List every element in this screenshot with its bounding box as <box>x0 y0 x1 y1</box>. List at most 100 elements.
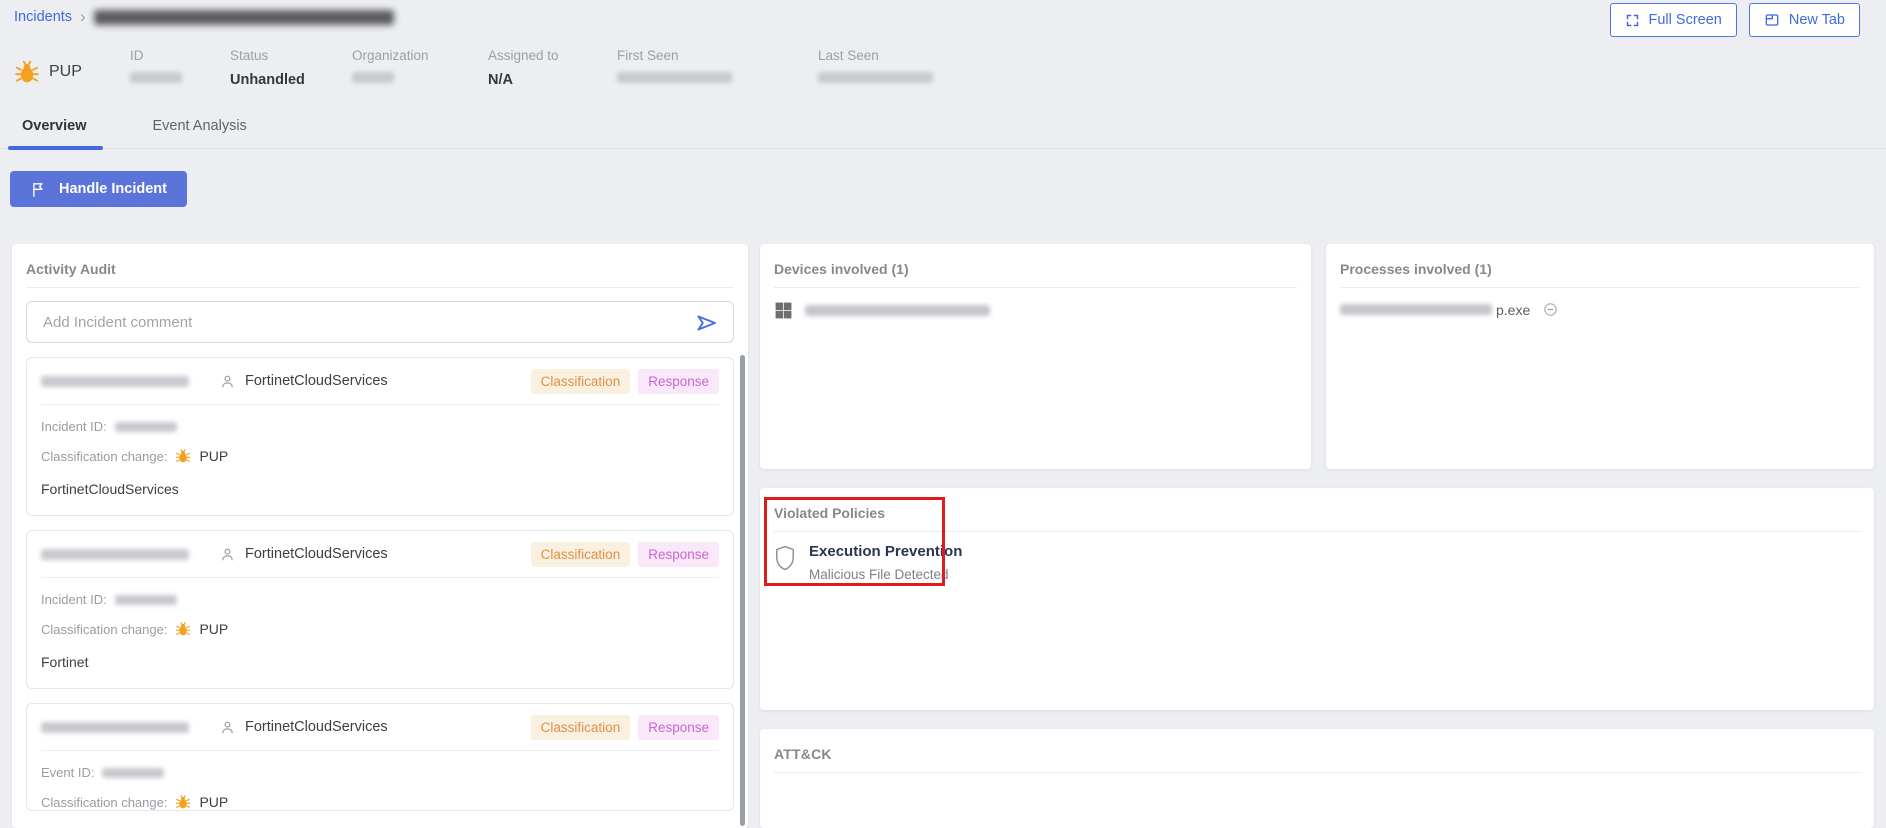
activity-audit-title: Activity Audit <box>12 244 748 287</box>
audit-entry: FortinetCloudServices Classification Res… <box>26 357 734 516</box>
new-tab-label: New Tab <box>1789 12 1845 28</box>
event-id-line: Event ID: <box>41 765 719 780</box>
incident-id-label: Incident ID: <box>41 592 107 607</box>
classification-change-label: Classification change: <box>41 449 167 464</box>
bug-icon <box>175 448 191 464</box>
timestamp-redacted <box>41 376 189 387</box>
top-bar: Incidents › Full Screen New Tab <box>0 0 1886 42</box>
incident-id-line: Incident ID: <box>41 419 719 434</box>
field-last-seen-label: Last Seen <box>818 48 1018 63</box>
process-name-redacted <box>1340 304 1492 315</box>
tab-overview[interactable]: Overview <box>14 112 99 140</box>
audit-entry-header: FortinetCloudServices Classification Res… <box>41 531 719 578</box>
add-comment-input[interactable] <box>26 301 734 343</box>
incident-id-redacted <box>115 595 177 605</box>
processes-involved-title: Processes involved (1) <box>1326 244 1874 287</box>
activity-scrollbar[interactable] <box>740 355 745 826</box>
field-assigned-to: Assigned to N/A <box>488 46 617 88</box>
bug-icon <box>14 59 40 85</box>
field-last-seen: Last Seen <box>818 46 1018 88</box>
field-first-seen-value-redacted <box>617 72 732 83</box>
classification-badge: Classification <box>531 542 631 567</box>
new-tab-button[interactable]: New Tab <box>1749 3 1860 37</box>
full-screen-button[interactable]: Full Screen <box>1610 3 1737 37</box>
classification-badge: Classification <box>531 369 631 394</box>
windows-icon <box>774 301 793 320</box>
field-status-value: Unhandled <box>230 72 352 88</box>
attack-card: ATT&CK <box>760 729 1874 828</box>
incident-classification: PUP <box>14 46 130 88</box>
send-icon <box>694 311 720 335</box>
field-assigned-value: N/A <box>488 72 617 88</box>
violated-policies-title: Violated Policies <box>760 488 1874 531</box>
divider <box>26 287 734 288</box>
devices-involved-card: Devices involved (1) <box>760 244 1311 469</box>
divider <box>774 772 1860 773</box>
tab-bar: Overview Event Analysis <box>14 112 259 140</box>
field-organization-value-redacted <box>352 72 394 83</box>
bug-icon <box>175 621 191 637</box>
field-assigned-label: Assigned to <box>488 48 617 63</box>
incident-title-redacted <box>94 10 394 25</box>
audit-message: Fortinet <box>41 654 719 670</box>
classification-change-line: Classification change: PUP <box>41 448 719 464</box>
breadcrumb-incidents-link[interactable]: Incidents <box>14 9 72 25</box>
classification-change-value: PUP <box>199 448 228 464</box>
comment-box <box>26 301 734 343</box>
field-status: Status Unhandled <box>230 46 352 88</box>
right-column: Devices involved (1) Processes involved … <box>760 244 1874 828</box>
audit-message: FortinetCloudServices <box>41 481 719 497</box>
field-status-label: Status <box>230 48 352 63</box>
activity-audit-card: Activity Audit FortinetCloudServices Cla… <box>12 244 748 828</box>
topbar-actions: Full Screen New Tab <box>1610 3 1861 37</box>
bug-icon <box>175 794 191 810</box>
event-id-redacted <box>102 768 164 778</box>
fullscreen-icon <box>1625 13 1640 28</box>
classification-change-value: PUP <box>199 621 228 637</box>
audit-user: FortinetCloudServices <box>245 373 388 389</box>
new-tab-icon <box>1764 12 1780 28</box>
breadcrumb: Incidents › <box>14 9 394 25</box>
devices-involved-title: Devices involved (1) <box>760 244 1311 287</box>
process-row[interactable]: p.exe <box>1326 288 1874 331</box>
flag-icon <box>30 181 47 198</box>
classification-badge: Classification <box>531 715 631 740</box>
response-badge: Response <box>638 369 719 394</box>
device-row[interactable] <box>760 288 1311 333</box>
audit-entry-header: FortinetCloudServices Classification Res… <box>41 704 719 751</box>
classification-label: PUP <box>49 63 82 81</box>
classification-change-line: Classification change: PUP <box>41 794 719 810</box>
response-badge: Response <box>638 542 719 567</box>
policy-row[interactable]: Execution Prevention Malicious File Dete… <box>760 532 1874 582</box>
certificate-icon <box>1542 301 1559 318</box>
incident-id-label: Incident ID: <box>41 419 107 434</box>
classification-change-label: Classification change: <box>41 622 167 637</box>
field-organization: Organization <box>352 46 488 88</box>
field-id: ID <box>130 46 230 88</box>
field-last-seen-value-redacted <box>818 72 933 83</box>
handle-incident-button[interactable]: Handle Incident <box>10 171 187 207</box>
timestamp-redacted <box>41 722 189 733</box>
response-badge: Response <box>638 715 719 740</box>
audit-user: FortinetCloudServices <box>245 719 388 735</box>
send-comment-button[interactable] <box>694 310 720 336</box>
field-organization-label: Organization <box>352 48 488 63</box>
device-name-redacted <box>805 305 990 316</box>
incident-id-redacted <box>115 422 177 432</box>
field-first-seen-label: First Seen <box>617 48 818 63</box>
classification-change-label: Classification change: <box>41 795 167 810</box>
field-id-label: ID <box>130 48 230 63</box>
active-tab-indicator <box>8 146 103 150</box>
timestamp-redacted <box>41 549 189 560</box>
full-screen-label: Full Screen <box>1649 12 1722 28</box>
user-icon <box>219 719 236 736</box>
handle-incident-label: Handle Incident <box>59 181 167 197</box>
user-icon <box>219 373 236 390</box>
process-name-suffix: p.exe <box>1496 302 1530 318</box>
header-divider <box>0 148 1886 149</box>
breadcrumb-chevron-icon: › <box>80 8 86 25</box>
incident-id-line: Incident ID: <box>41 592 719 607</box>
tab-event-analysis[interactable]: Event Analysis <box>141 112 259 140</box>
audit-entry: FortinetCloudServices Classification Res… <box>26 530 734 689</box>
audit-entry: FortinetCloudServices Classification Res… <box>26 703 734 811</box>
